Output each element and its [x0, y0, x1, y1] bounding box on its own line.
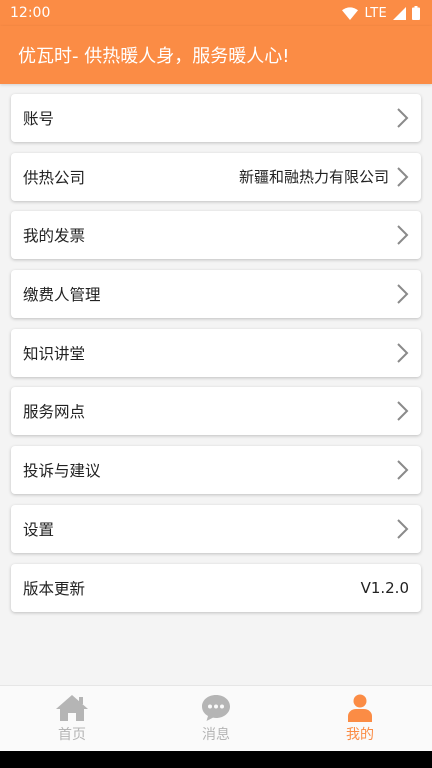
tab-mine[interactable]: 我的	[288, 686, 432, 751]
tab-label: 我的	[346, 726, 374, 743]
person-icon	[348, 694, 372, 722]
chevron-right-icon	[397, 519, 409, 539]
battery-icon	[412, 6, 420, 20]
menu-item-settings[interactable]: 设置	[11, 504, 421, 553]
message-icon	[202, 694, 230, 721]
chevron-right-icon	[397, 460, 409, 480]
status-bar: 12:00 LTE	[0, 0, 432, 26]
menu-item-knowledge-hall[interactable]: 知识讲堂	[11, 328, 421, 377]
menu-item-account[interactable]: 账号	[11, 94, 421, 142]
menu-item-value: 新疆和融热力有限公司	[238, 168, 389, 187]
home-icon	[56, 694, 88, 721]
header-title: 优瓦时- 供热暖人身，服务暖人心!	[18, 46, 290, 67]
menu-item-version-update[interactable]: 版本更新 V1.2.0	[11, 563, 421, 612]
menu-item-label: 缴费人管理	[23, 286, 101, 305]
tab-home[interactable]: 首页	[0, 686, 144, 751]
chevron-right-icon	[397, 401, 409, 422]
tab-label: 首页	[58, 726, 86, 743]
menu-item-label: 账号	[23, 110, 55, 128]
bottom-tab-bar: 首页 消息 我的	[0, 685, 432, 751]
menu-item-label: 供热公司	[23, 168, 86, 187]
settings-menu: 账号 供热公司 新疆和融热力有限公司 我的发票 缴费人管理 知识讲堂 服务网点 …	[11, 94, 421, 622]
menu-item-label: 知识讲堂	[23, 344, 86, 363]
wifi-icon	[342, 6, 359, 20]
status-icons: LTE	[342, 6, 420, 21]
menu-item-label: 设置	[23, 520, 55, 539]
menu-item-label: 投诉与建议	[23, 462, 101, 481]
network-type: LTE	[364, 5, 387, 21]
chevron-right-icon	[397, 225, 409, 246]
menu-item-my-invoices[interactable]: 我的发票	[11, 211, 421, 260]
system-nav-bar	[0, 751, 432, 768]
menu-item-complaints-suggestions[interactable]: 投诉与建议	[11, 446, 421, 495]
menu-item-label: 服务网点	[23, 403, 86, 422]
tab-messages[interactable]: 消息	[144, 686, 288, 751]
chevron-right-icon	[397, 108, 409, 128]
menu-item-label: 我的发票	[23, 227, 86, 246]
menu-item-heating-company[interactable]: 供热公司 新疆和融热力有限公司	[11, 152, 421, 201]
signal-icon	[393, 6, 406, 20]
version-value: V1.2.0	[360, 578, 409, 597]
status-time: 12:00	[10, 5, 51, 21]
menu-item-service-outlets[interactable]: 服务网点	[11, 387, 421, 436]
menu-item-label: 版本更新	[23, 579, 86, 598]
menu-item-payer-management[interactable]: 缴费人管理	[11, 270, 421, 319]
chevron-right-icon	[397, 343, 409, 363]
app-header: 优瓦时- 供热暖人身，服务暖人心!	[0, 26, 432, 84]
tab-label: 消息	[202, 726, 230, 743]
chevron-right-icon	[397, 284, 409, 304]
chevron-right-icon	[397, 166, 409, 187]
